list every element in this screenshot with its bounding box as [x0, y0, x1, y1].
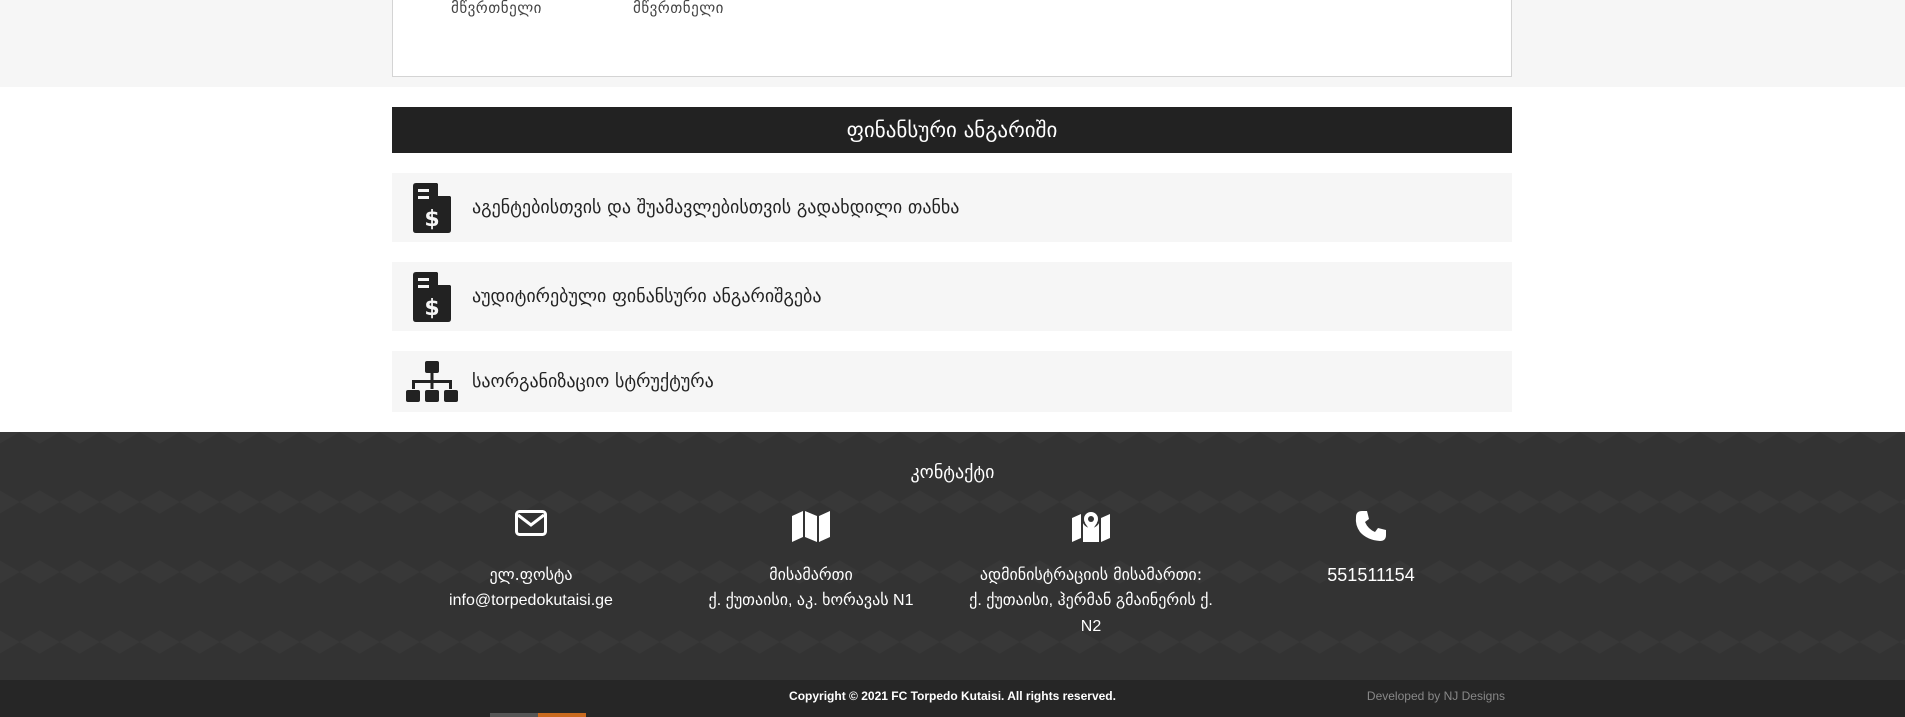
sitemap-icon — [392, 360, 472, 403]
svg-text:$: $ — [424, 296, 439, 321]
file-invoice-dollar-icon: $ — [392, 182, 472, 233]
finance-doc-label: აუდიტირებული ფინანსური ანგარიშგება — [472, 286, 822, 307]
finance-doc-audited[interactable]: $ აუდიტირებული ფინანსური ანგარიშგება — [392, 262, 1512, 331]
address-value: ქ. ქუთაისი, აკ. ხორავას N1 — [708, 592, 914, 609]
finance-doc-label: აგენტებისთვის და შუამავლებისთვის გადახდი… — [472, 197, 960, 218]
phone-icon — [1241, 510, 1501, 546]
bottom-tab-indicator-active[interactable] — [538, 713, 586, 717]
address-label: მისამართი — [769, 565, 853, 584]
admin-address-value: ქ. ქუთაისი, ჰერმან გმაინერის ქ. — [969, 592, 1213, 609]
bottom-tab-indicator[interactable] — [490, 713, 538, 717]
contact-phone: 551511154 — [1241, 510, 1501, 588]
contact-section: კონტაქტი ელ.ფოსტა info@torpedokutaisi.ge… — [0, 432, 1905, 680]
email-label: ელ.ფოსტა — [489, 565, 573, 584]
member-card: მწვრთნელი მწვრთნელი — [392, 0, 1512, 77]
contact-email: ელ.ფოსტა info@torpedokutaisi.ge — [401, 510, 661, 614]
map-icon — [681, 510, 941, 546]
member-role: მწვრთნელი — [451, 0, 542, 17]
developer-link[interactable]: Developed by NJ Designs — [1367, 689, 1505, 703]
admin-address-label: ადმინისტრაციის მისამართი: — [979, 565, 1203, 584]
map-marker-icon — [961, 510, 1221, 546]
finance-section-title: ფინანსური ანგარიში — [392, 107, 1512, 153]
svg-text:$: $ — [424, 207, 439, 232]
phone-wrapper: 551511154 — [1241, 562, 1501, 588]
finance-doc-label: საორგანიზაციო სტრუქტურა — [472, 371, 714, 392]
envelope-icon — [401, 510, 661, 546]
file-invoice-dollar-icon: $ — [392, 271, 472, 322]
copyright-text: Copyright © 2021 FC Torpedo Kutaisi. All… — [789, 689, 1116, 703]
finance-doc-agents[interactable]: $ აგენტებისთვის და შუამავლებისთვის გადახ… — [392, 173, 1512, 242]
finance-doc-structure[interactable]: საორგანიზაციო სტრუქტურა — [392, 351, 1512, 412]
admin-address-value: N2 — [1080, 618, 1102, 635]
contact-address: მისამართი ქ. ქუთაისი, აკ. ხორავას N1 — [681, 510, 941, 614]
phone-link[interactable]: 551511154 — [1241, 562, 1501, 588]
contact-admin-address: ადმინისტრაციის მისამართი: ქ. ქუთაისი, ჰე… — [961, 510, 1221, 640]
contact-title: კონტაქტი — [910, 462, 995, 483]
footer: Copyright © 2021 FC Torpedo Kutaisi. All… — [0, 680, 1905, 717]
members-section: მწვრთნელი მწვრთნელი — [0, 0, 1905, 87]
email-link[interactable]: info@torpedokutaisi.ge — [401, 588, 661, 614]
member-role: მწვრთნელი — [633, 0, 724, 17]
